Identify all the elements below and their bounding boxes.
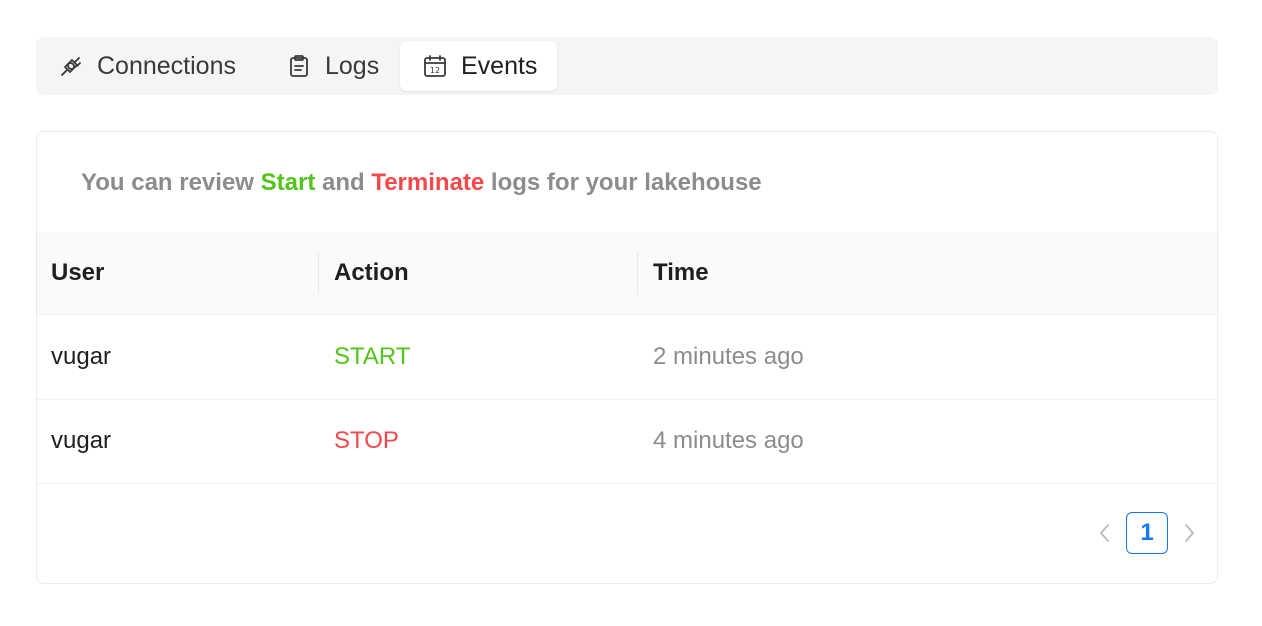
column-divider [637,252,638,294]
intro-suffix: logs for your lakehouse [484,169,762,196]
calendar-icon: 12 [422,53,448,79]
prev-page-button[interactable] [1090,511,1120,555]
tab-logs[interactable]: Logs [286,41,379,91]
svg-text:12: 12 [430,66,440,75]
events-card: You can review Start and Terminate logs … [36,131,1218,584]
cell-user: vugar [51,343,112,370]
cell-action: START [334,343,411,370]
clipboard-icon [286,53,312,79]
next-page-button[interactable] [1174,511,1204,555]
chevron-left-icon [1100,524,1109,542]
table-header: User Action Time [37,232,1217,315]
tab-events-label: Events [461,51,538,80]
tab-connections[interactable]: Connections [58,41,236,91]
tab-logs-label: Logs [325,51,380,80]
column-header-user: User [51,259,105,286]
cell-time: 2 minutes ago [653,343,804,370]
intro-start: Start [260,169,316,196]
column-divider [318,252,319,294]
tab-connections-label: Connections [97,51,236,80]
intro-middle: and [315,169,372,196]
plug-icon [58,53,84,79]
cell-time: 4 minutes ago [653,427,804,454]
table-row: vugar START 2 minutes ago [37,315,1217,400]
cell-action: STOP [334,427,399,454]
intro-prefix: You can review [81,169,261,196]
pagination: 1 [1090,511,1204,555]
tab-bar: Connections Logs 12 Events [36,37,1218,95]
tab-events[interactable]: 12 Events [400,41,557,91]
column-header-time: Time [653,259,709,286]
intro-text: You can review Start and Terminate logs … [81,169,762,197]
intro-terminate: Terminate [371,169,485,196]
column-header-action: Action [334,259,409,286]
chevron-right-icon [1185,524,1194,542]
page-1-button[interactable]: 1 [1126,512,1168,554]
cell-user: vugar [51,427,112,454]
table-row: vugar STOP 4 minutes ago [37,399,1217,484]
